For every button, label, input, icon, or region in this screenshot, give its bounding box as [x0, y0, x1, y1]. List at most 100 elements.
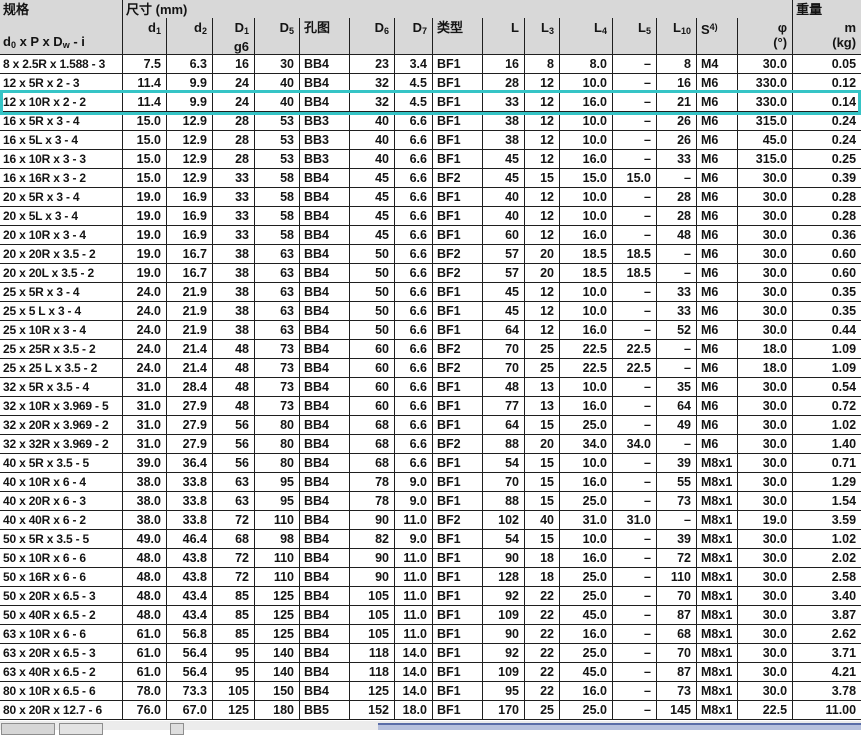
- cell-D5: 53: [255, 131, 300, 150]
- cell-m: 3.59: [793, 511, 861, 530]
- cell-type: BF1: [433, 473, 483, 492]
- cell-L5: –: [613, 397, 657, 416]
- cell-S: M6: [697, 207, 738, 226]
- cell-type: BF1: [433, 93, 483, 112]
- cell-D1: 33: [213, 188, 255, 207]
- cell-type: BF1: [433, 207, 483, 226]
- cell-L: 88: [483, 435, 525, 454]
- cell-D1: 72: [213, 549, 255, 568]
- cell-type: BF1: [433, 568, 483, 587]
- bottom-scrollbar[interactable]: [0, 721, 861, 730]
- cell-spec: 80 x 10R x 6.5 - 6: [0, 682, 123, 701]
- cell-d1: 19.0: [123, 226, 167, 245]
- cell-phi: 30.0: [738, 283, 793, 302]
- cell-L10: 39: [657, 530, 697, 549]
- cell-d2: 9.9: [167, 93, 213, 112]
- cell-d2: 43.8: [167, 568, 213, 587]
- cell-D6: 125: [350, 682, 395, 701]
- scrollbar-segment-small[interactable]: [170, 723, 184, 735]
- cell-L10: 55: [657, 473, 697, 492]
- cell-L4: 8.0: [560, 55, 613, 74]
- cell-d1: 24.0: [123, 340, 167, 359]
- cell-D6: 78: [350, 473, 395, 492]
- scrollbar-segment[interactable]: [59, 723, 103, 735]
- scrollbar-track[interactable]: [378, 723, 861, 730]
- cell-L10: 28: [657, 207, 697, 226]
- scrollbar-thumb[interactable]: [1, 723, 55, 735]
- cell-L5: –: [613, 530, 657, 549]
- cell-D7: 6.6: [395, 435, 433, 454]
- cell-m: 11.00: [793, 701, 861, 720]
- cell-d1: 24.0: [123, 283, 167, 302]
- cell-D6: 23: [350, 55, 395, 74]
- cell-spec: 32 x 10R x 3.969 - 5: [0, 397, 123, 416]
- cell-type: BF1: [433, 55, 483, 74]
- cell-m: 0.44: [793, 321, 861, 340]
- cell-spec: 25 x 5 L x 3 - 4: [0, 302, 123, 321]
- cell-D6: 105: [350, 625, 395, 644]
- cell-D1: 56: [213, 454, 255, 473]
- cell-D7: 4.5: [395, 74, 433, 93]
- cell-D6: 40: [350, 150, 395, 169]
- cell-phi: 30.0: [738, 587, 793, 606]
- cell-L: 77: [483, 397, 525, 416]
- cell-L10: 33: [657, 283, 697, 302]
- cell-L3: 25: [525, 340, 560, 359]
- cell-d1: 19.0: [123, 245, 167, 264]
- cell-D6: 50: [350, 245, 395, 264]
- cell-L4: 16.0: [560, 397, 613, 416]
- table-row: 25 x 25R x 3.5 - 224.021.44873BB4606.6BF…: [0, 340, 861, 359]
- cell-spec: 25 x 25 L x 3.5 - 2: [0, 359, 123, 378]
- cell-hole: BB4: [300, 169, 350, 188]
- cell-D5: 73: [255, 359, 300, 378]
- cell-type: BF1: [433, 530, 483, 549]
- cell-D1: 48: [213, 378, 255, 397]
- cell-d2: 21.4: [167, 340, 213, 359]
- cell-L5: –: [613, 207, 657, 226]
- cell-L3: 15: [525, 530, 560, 549]
- cell-D5: 110: [255, 568, 300, 587]
- cell-L5: –: [613, 682, 657, 701]
- cell-type: BF1: [433, 454, 483, 473]
- cell-spec: 25 x 5R x 3 - 4: [0, 283, 123, 302]
- col-header-type: 类型: [433, 18, 483, 55]
- col-header-d1: d1: [123, 18, 167, 55]
- cell-L10: 39: [657, 454, 697, 473]
- cell-L4: 25.0: [560, 587, 613, 606]
- cell-L10: 26: [657, 112, 697, 131]
- cell-phi: 30.0: [738, 264, 793, 283]
- cell-d2: 12.9: [167, 112, 213, 131]
- cell-L10: 48: [657, 226, 697, 245]
- cell-L10: 87: [657, 663, 697, 682]
- cell-S: M8x1: [697, 549, 738, 568]
- cell-L: 70: [483, 473, 525, 492]
- cell-L5: –: [613, 226, 657, 245]
- cell-D5: 30: [255, 55, 300, 74]
- cell-D6: 45: [350, 207, 395, 226]
- cell-type: BF2: [433, 264, 483, 283]
- cell-m: 0.36: [793, 226, 861, 245]
- cell-hole: BB3: [300, 150, 350, 169]
- cell-d2: 21.9: [167, 283, 213, 302]
- cell-d1: 48.0: [123, 606, 167, 625]
- cell-spec: 20 x 5L x 3 - 4: [0, 207, 123, 226]
- cell-phi: 30.0: [738, 321, 793, 340]
- cell-L5: –: [613, 74, 657, 93]
- cell-D7: 11.0: [395, 511, 433, 530]
- cell-d1: 48.0: [123, 587, 167, 606]
- cell-S: M8x1: [697, 587, 738, 606]
- cell-D6: 68: [350, 416, 395, 435]
- cell-S: M6: [697, 283, 738, 302]
- cell-hole: BB3: [300, 131, 350, 150]
- table-row: 25 x 5R x 3 - 424.021.93863BB4506.6BF145…: [0, 283, 861, 302]
- table-row: 50 x 20R x 6.5 - 348.043.485125BB410511.…: [0, 587, 861, 606]
- cell-hole: BB4: [300, 568, 350, 587]
- cell-d2: 16.9: [167, 226, 213, 245]
- cell-phi: 19.0: [738, 511, 793, 530]
- cell-hole: BB4: [300, 587, 350, 606]
- spec-table: 规格 d0 x P x Dw - i 尺寸 (mm) 重量 d1d2D1g6D5…: [0, 0, 861, 720]
- table-row: 25 x 25 L x 3.5 - 224.021.44873BB4606.6B…: [0, 359, 861, 378]
- cell-S: M8x1: [697, 663, 738, 682]
- cell-L4: 10.0: [560, 74, 613, 93]
- cell-d1: 48.0: [123, 549, 167, 568]
